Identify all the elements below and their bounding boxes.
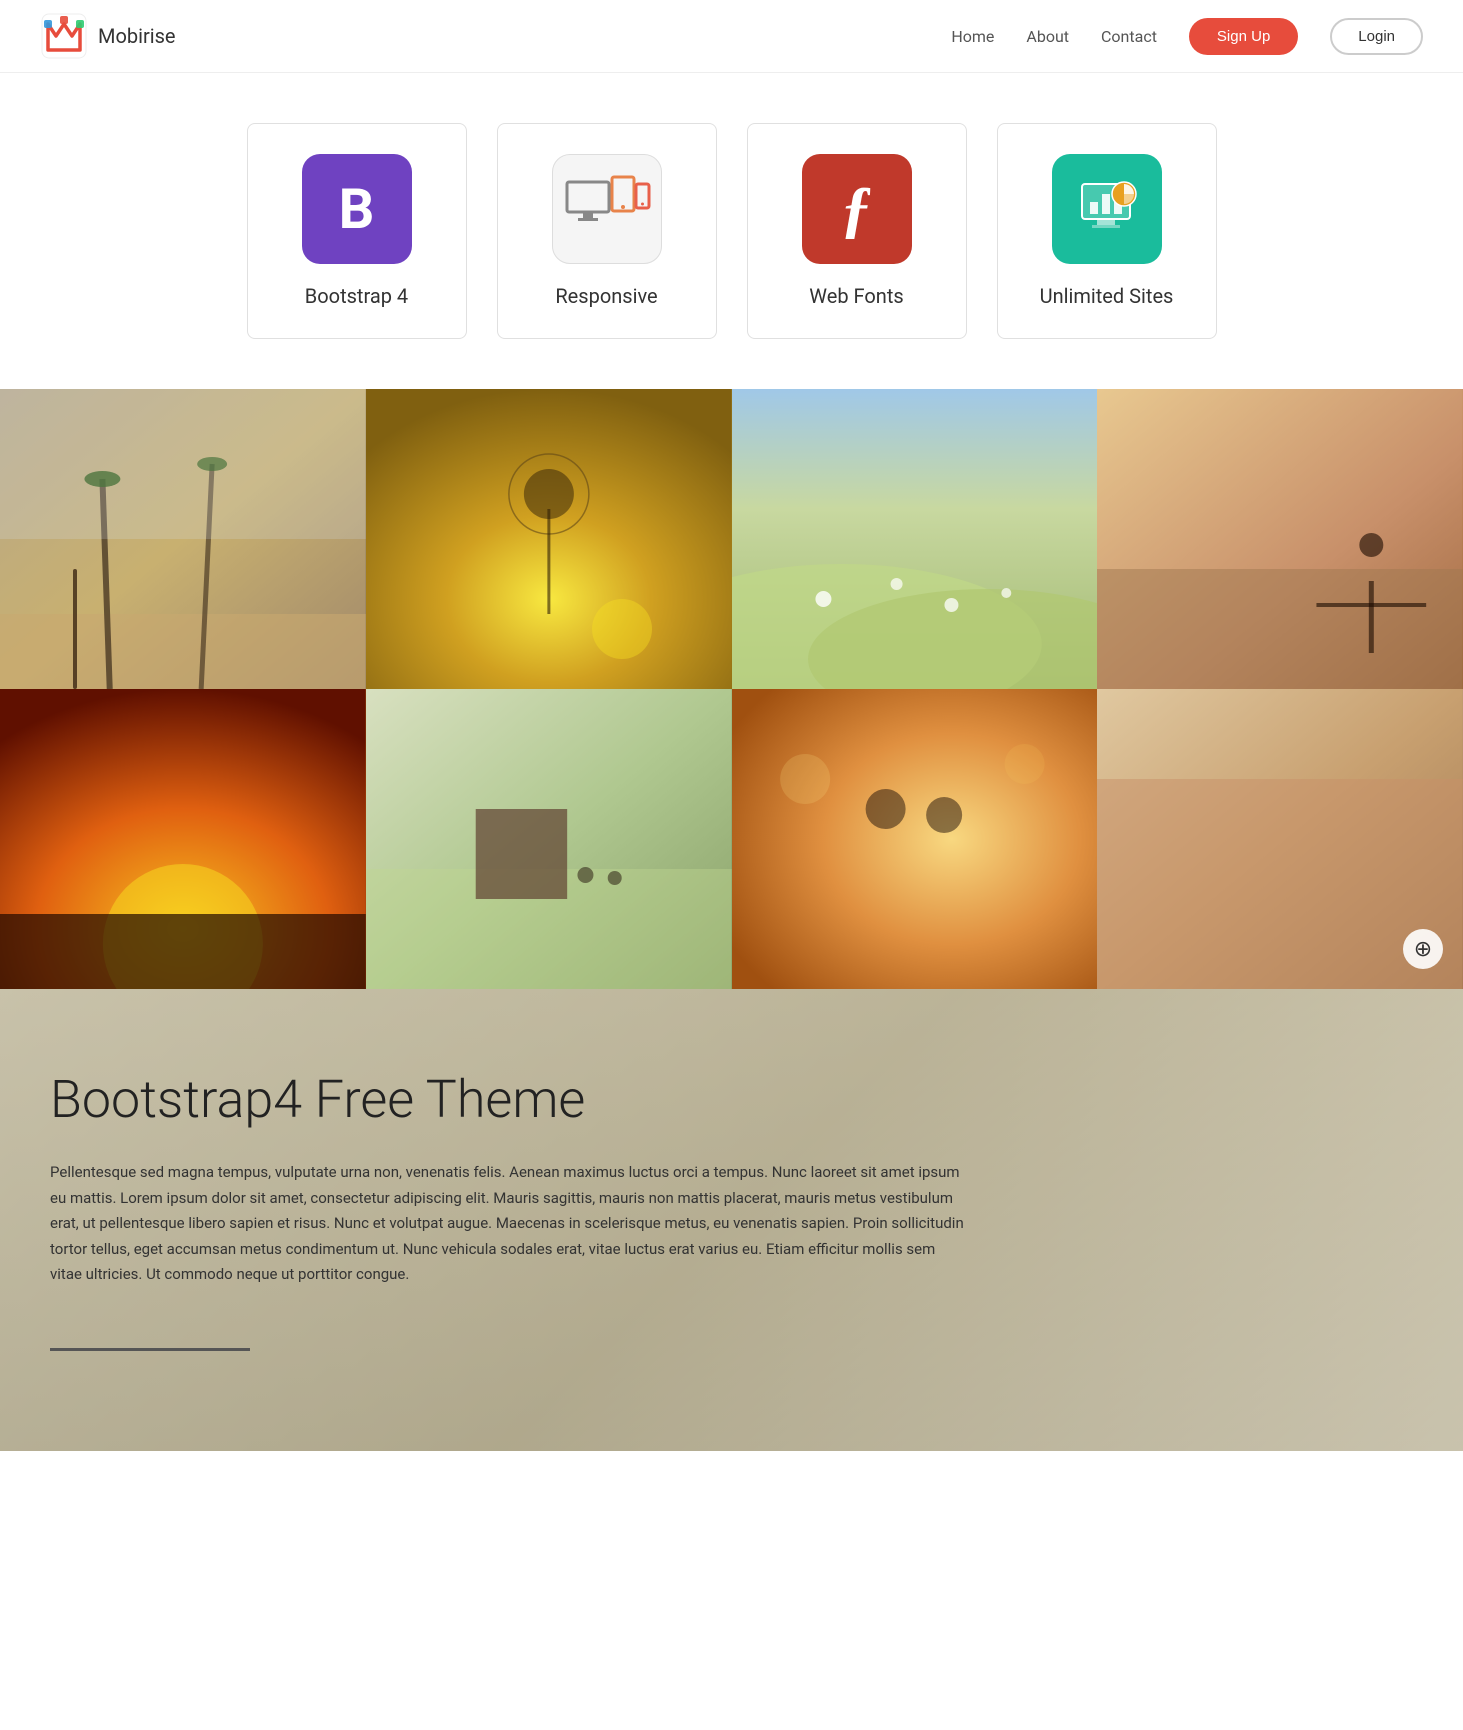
nav-about[interactable]: About	[1026, 27, 1069, 46]
gallery-cell-8[interactable]: ⊕	[1097, 689, 1463, 989]
feature-card-unlimited: Unlimited Sites	[997, 123, 1217, 339]
brand-name: Mobirise	[98, 24, 176, 48]
content-section: Bootstrap4 Free Theme Pellentesque sed m…	[0, 989, 1463, 1451]
feature-label-webfonts: Web Fonts	[809, 284, 903, 308]
gallery-section: ⊕	[0, 389, 1463, 989]
feature-card-bootstrap: B Bootstrap 4	[247, 123, 467, 339]
gallery-img-2	[366, 389, 732, 689]
gallery-img-6	[366, 689, 732, 989]
gallery-img-5	[0, 689, 366, 989]
gallery-cell-7[interactable]	[732, 689, 1098, 989]
content-body: Pellentesque sed magna tempus, vulputate…	[50, 1160, 970, 1288]
feature-label-responsive: Responsive	[555, 284, 657, 308]
gallery-img-1	[0, 389, 366, 689]
gallery-img-7	[732, 689, 1098, 989]
feature-label-unlimited: Unlimited Sites	[1040, 284, 1174, 308]
unlimited-icon	[1052, 154, 1162, 264]
navbar: Mobirise Home About Contact Sign Up Logi…	[0, 0, 1463, 73]
brand-link[interactable]: Mobirise	[40, 12, 176, 60]
gallery-img-4	[1097, 389, 1463, 689]
bootstrap-icon: B	[302, 154, 412, 264]
webfonts-icon: ƒ	[802, 154, 912, 264]
signup-button[interactable]: Sign Up	[1189, 18, 1298, 55]
nav-home[interactable]: Home	[951, 27, 994, 46]
brand-logo-icon	[40, 12, 88, 60]
responsive-icon	[552, 154, 662, 264]
login-button[interactable]: Login	[1330, 18, 1423, 55]
gallery-cell-3[interactable]	[732, 389, 1098, 689]
content-divider	[50, 1348, 250, 1351]
feature-card-responsive: Responsive	[497, 123, 717, 339]
zoom-icon: ⊕	[1414, 937, 1432, 962]
gallery-cell-1[interactable]	[0, 389, 366, 689]
gallery-cell-2[interactable]	[366, 389, 732, 689]
feature-label-bootstrap: Bootstrap 4	[305, 284, 408, 308]
feature-card-webfonts: ƒ Web Fonts	[747, 123, 967, 339]
content-title: Bootstrap4 Free Theme	[50, 1069, 1413, 1130]
gallery-img-3	[732, 389, 1098, 689]
gallery-cell-4[interactable]	[1097, 389, 1463, 689]
features-section: B Bootstrap 4 Responsive ƒ	[0, 73, 1463, 389]
nav-contact[interactable]: Contact	[1101, 27, 1157, 46]
gallery-cell-6[interactable]	[366, 689, 732, 989]
nav-links: Home About Contact Sign Up Login	[951, 18, 1423, 55]
gallery-cell-5[interactable]	[0, 689, 366, 989]
zoom-button[interactable]: ⊕	[1403, 929, 1443, 969]
